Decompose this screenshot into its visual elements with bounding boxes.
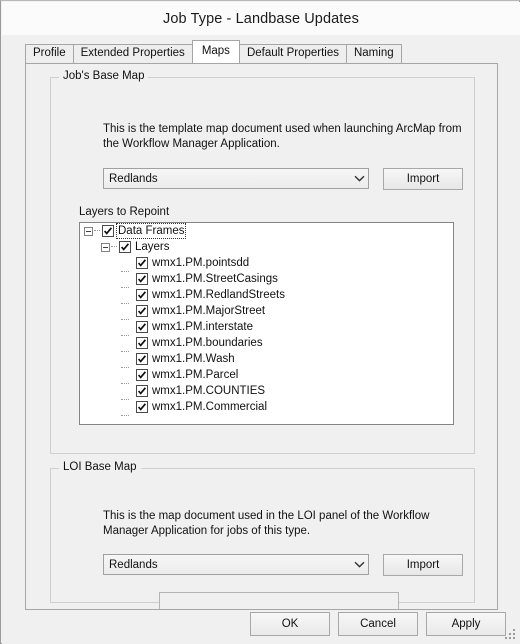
treeview-node-label: wmx1.PM.RedlandStreets: [152, 289, 285, 301]
tab-naming[interactable]: Naming: [345, 44, 402, 63]
jobs-base-map-description: This is the template map document used w…: [103, 123, 462, 150]
tab-extended-properties[interactable]: Extended Properties: [72, 44, 193, 63]
treeview-node-label: wmx1.PM.Commercial: [152, 401, 268, 413]
cancel-button[interactable]: Cancel: [338, 612, 418, 636]
group-jobs-base-map-legend: Job's Base Map: [59, 70, 149, 82]
tree-connector-line: [93, 230, 101, 232]
clipped-group-below-fold: [159, 592, 399, 609]
treeview-node[interactable]: wmx1.PM.MajorStreet: [80, 303, 453, 320]
checkbox-checked-icon[interactable]: [136, 337, 148, 349]
treeview-node[interactable]: wmx1.PM.interstate: [80, 319, 453, 336]
treeview-node-label: wmx1.PM.MajorStreet: [152, 305, 266, 317]
checkbox-checked-icon[interactable]: [102, 225, 114, 237]
checkbox-checked-icon[interactable]: [136, 257, 148, 269]
treeview-node-label: Layers: [135, 241, 170, 253]
treeview-node[interactable]: wmx1.PM.StreetCasings: [80, 271, 453, 288]
loi-base-map-combobox[interactable]: Redlands: [103, 554, 369, 575]
dialog-body: Profile Extended Properties Maps Default Pr…: [2, 35, 520, 644]
treeview-node[interactable]: wmx1.PM.RedlandStreets: [80, 287, 453, 304]
tab-maps[interactable]: Maps: [191, 40, 240, 63]
treeview-node-label: wmx1.PM.pointsdd: [152, 257, 250, 269]
treeview-node[interactable]: wmx1.PM.Wash: [80, 351, 453, 368]
loi-base-map-combobox-value: Redlands: [109, 558, 158, 571]
dialog-window: Job Type - Landbase Updates Profile Exten…: [0, 0, 520, 644]
loi-base-map-import-button[interactable]: Import: [383, 554, 463, 576]
chevron-down-icon[interactable]: [351, 175, 368, 182]
loi-base-map-description: This is the map document used in the LOI…: [103, 510, 430, 537]
group-loi-base-map: LOI Base Map This is the map document us…: [50, 461, 475, 603]
treeview-node-label: wmx1.PM.StreetCasings: [152, 273, 278, 285]
collapse-minus-icon[interactable]: [101, 242, 110, 252]
treeview-node-label: Data Frames: [115, 223, 187, 239]
collapse-minus-icon[interactable]: [84, 226, 93, 236]
tab-label: Maps: [201, 45, 230, 57]
page-title: Job Type - Landbase Updates: [163, 10, 359, 27]
tab-label: Naming: [353, 47, 394, 59]
treeview-node[interactable]: Layers: [80, 239, 453, 255]
treeview-node-label: wmx1.PM.interstate: [152, 321, 253, 333]
treeview-node[interactable]: wmx1.PM.Commercial: [80, 399, 453, 416]
treeview-node[interactable]: wmx1.PM.COUNTIES: [80, 383, 453, 400]
checkbox-checked-icon[interactable]: [136, 353, 148, 365]
group-jobs-base-map: Job's Base Map This is the template map …: [50, 70, 475, 454]
tab-page-maps: Job's Base Map This is the template map …: [25, 63, 498, 610]
checkbox-checked-icon[interactable]: [136, 369, 148, 381]
treeview-node-label: wmx1.PM.Parcel: [152, 369, 239, 381]
checkbox-checked-icon[interactable]: [136, 385, 148, 397]
tab-label: Profile: [33, 47, 66, 59]
checkbox-checked-icon[interactable]: [136, 305, 148, 317]
checkbox-checked-icon[interactable]: [119, 241, 131, 253]
chevron-down-icon[interactable]: [351, 561, 368, 568]
layers-to-repoint-label: Layers to Repoint: [79, 206, 170, 218]
tree-connector-line: [110, 246, 118, 248]
treeview-node[interactable]: wmx1.PM.boundaries: [80, 335, 453, 352]
checkbox-checked-icon[interactable]: [136, 401, 148, 413]
treeview-node-label: wmx1.PM.Wash: [152, 353, 235, 365]
group-loi-base-map-legend: LOI Base Map: [59, 461, 141, 473]
checkbox-checked-icon[interactable]: [136, 321, 148, 333]
title-bar: Job Type - Landbase Updates: [2, 2, 520, 35]
tab-profile[interactable]: Profile: [25, 44, 74, 63]
checkbox-checked-icon[interactable]: [136, 273, 148, 285]
layers-to-repoint-treeview[interactable]: Data Frames Layers wmx1.PM.pointsdd wmx1.PM…: [79, 222, 454, 425]
tab-label: Extended Properties: [80, 47, 185, 59]
treeview-node[interactable]: wmx1.PM.pointsdd: [80, 255, 453, 272]
ok-button[interactable]: OK: [250, 612, 330, 636]
jobs-base-map-combobox[interactable]: Redlands: [103, 168, 369, 189]
tab-label: Default Properties: [246, 47, 339, 59]
resize-grip-icon[interactable]: [505, 629, 517, 641]
apply-button[interactable]: Apply: [426, 612, 506, 636]
tab-default-properties[interactable]: Default Properties: [238, 44, 347, 63]
tab-strip: Profile Extended Properties Maps Default Pr…: [25, 40, 498, 63]
checkbox-checked-icon[interactable]: [136, 289, 148, 301]
jobs-base-map-import-button[interactable]: Import: [383, 168, 463, 190]
treeview-node[interactable]: Data Frames: [80, 223, 453, 239]
treeview-node[interactable]: wmx1.PM.Parcel: [80, 367, 453, 384]
jobs-base-map-combobox-value: Redlands: [109, 172, 158, 185]
treeview-node-label: wmx1.PM.COUNTIES: [152, 385, 266, 397]
treeview-node-label: wmx1.PM.boundaries: [152, 337, 263, 349]
